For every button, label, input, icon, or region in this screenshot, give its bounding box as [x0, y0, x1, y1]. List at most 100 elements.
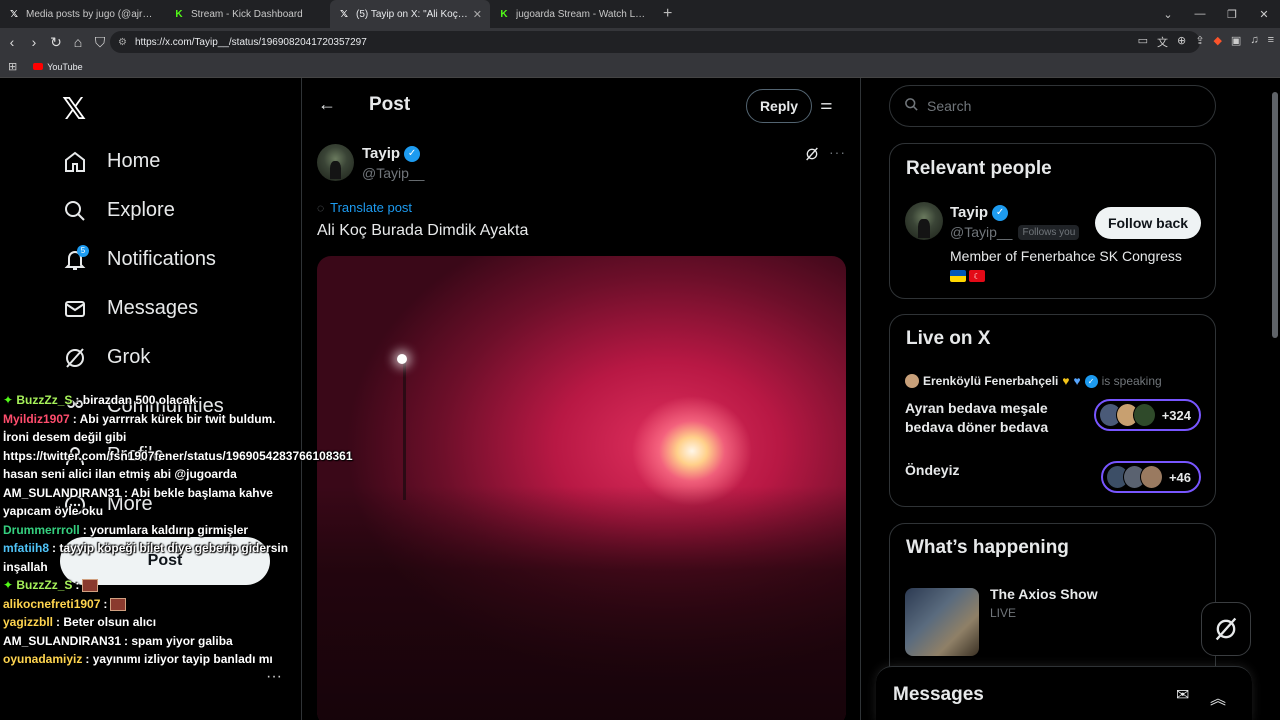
author-name[interactable]: Tayip ✓ — [362, 145, 421, 162]
youtube-icon — [33, 63, 44, 70]
grok-icon[interactable] — [804, 146, 820, 165]
trend-subtitle: LIVE — [990, 606, 1017, 620]
trend-title[interactable]: The Axios Show — [990, 586, 1098, 602]
browser-tab[interactable]: K jugoarda Stream - Watch Live on Kick — [490, 0, 655, 28]
more-options-icon[interactable]: ··· — [829, 144, 846, 160]
post-text: Ali Koç Burada Dimdik Ayakta — [317, 222, 529, 239]
chat-username[interactable]: oyunadamiyiz — [3, 652, 82, 666]
messages-drawer-title: Messages — [893, 684, 984, 705]
space-host[interactable]: Erenköylü Fenerbahçeli ♥ ♥ ✓ is speaking — [905, 374, 1162, 388]
search-box[interactable] — [889, 85, 1216, 127]
scrollbar-thumb[interactable] — [1272, 92, 1278, 338]
chat-badge-icon: ✦ — [3, 578, 17, 592]
bookmark-youtube[interactable]: YouTube — [33, 62, 83, 72]
person-handle-row: @Tayip__ Follows you — [950, 224, 1080, 240]
grok-floating-button[interactable] — [1201, 602, 1251, 656]
new-tab-button[interactable]: + — [655, 5, 680, 23]
more-options-icon[interactable]: ··· — [266, 668, 282, 686]
avatar[interactable] — [317, 144, 354, 181]
person-bio: Member of Fenerbahce SK Congress — [950, 248, 1182, 264]
chat-username[interactable]: Drummerrroll — [3, 523, 80, 537]
translate-post-link[interactable]: ◌ Translate post — [317, 200, 412, 215]
close-window-icon[interactable]: ✕ — [1248, 8, 1280, 21]
chat-message: Myildiz1907: Abi yarrrrak kürek bir twit… — [3, 410, 353, 484]
cast-icon[interactable]: ▭ — [1138, 34, 1148, 50]
browser-tab-active[interactable]: 𝕏 (5) Tayip on X: "Ali Koç Burada D ✕ — [330, 0, 490, 28]
space-title[interactable]: Ayran bedava meşale bedava döner bedava — [905, 399, 1085, 437]
chat-text: : yayınımı izliyor tayip banladı mı — [85, 652, 273, 666]
column-divider — [301, 78, 302, 720]
translate-icon[interactable]: 文 — [1157, 34, 1168, 50]
notification-count-badge: 5 — [77, 244, 89, 257]
chevron-down-icon[interactable]: ⌄ — [1152, 8, 1184, 21]
back-icon[interactable]: ‹ — [2, 34, 22, 50]
nav-grok[interactable]: Grok — [60, 333, 224, 382]
author-handle[interactable]: @Tayip__ — [362, 165, 424, 181]
page-title: Post — [369, 94, 411, 115]
new-message-icon[interactable]: ✉ — [1176, 685, 1189, 705]
listener-count: +324 — [1161, 407, 1192, 423]
expand-chevron-icon[interactable]: ︽ — [1210, 685, 1226, 709]
grok-translate-icon: ◌ — [317, 200, 325, 215]
browser-tab[interactable]: K Stream - Kick Dashboard — [165, 0, 330, 28]
nav-explore[interactable]: Explore — [60, 186, 224, 235]
browser-menu-icon[interactable]: ≡ — [1268, 34, 1274, 50]
reply-button[interactable]: Reply — [746, 89, 812, 123]
chat-username[interactable]: mfatiih8 — [3, 541, 49, 555]
space-listeners-pill[interactable]: +46 — [1101, 461, 1201, 493]
person-name[interactable]: Tayip ✓ — [950, 204, 1009, 221]
trend-thumbnail[interactable] — [905, 588, 979, 656]
home-browser-icon[interactable]: ⌂ — [68, 34, 88, 50]
url-field[interactable]: ⚙ https://x.com/Tayip__/status/196908204… — [110, 31, 1200, 53]
blue-heart-icon: ♥ — [1073, 374, 1081, 388]
avatar[interactable] — [905, 202, 943, 240]
bookmark-icon[interactable]: ⛉ — [90, 34, 110, 51]
site-settings-icon[interactable]: ⚙ — [118, 37, 127, 48]
maximize-icon[interactable]: ❐ — [1216, 8, 1248, 21]
follows-you-badge: Follows you — [1018, 224, 1080, 240]
chat-username[interactable]: alikocnefreti1907 — [3, 597, 100, 611]
search-input[interactable] — [927, 98, 1187, 114]
apps-grid-icon[interactable]: ⊞ — [8, 60, 17, 73]
chat-username[interactable]: AM_SULANDIRAN31 — [3, 486, 121, 500]
chat-username[interactable]: BuzzZz_S — [16, 393, 72, 407]
chat-username[interactable]: Myildiz1907 — [3, 412, 70, 426]
verified-badge-icon: ✓ — [1084, 374, 1098, 388]
author-name-text: Tayip — [362, 145, 401, 162]
back-arrow-icon[interactable]: ← — [318, 94, 336, 115]
brave-shield-icon[interactable]: ◆ — [1213, 34, 1221, 50]
messages-drawer[interactable]: Messages ✉ ︽ — [876, 666, 1252, 720]
chat-message: mfatiih8: tayyip köpeği bilet diye geber… — [3, 539, 299, 576]
reload-icon[interactable]: ↻ — [46, 34, 66, 51]
page-scrollbar[interactable] — [1270, 80, 1278, 720]
space-title[interactable]: Öndeyiz — [905, 461, 959, 480]
share-icon[interactable]: ⇪ — [1195, 34, 1204, 50]
browser-tab[interactable]: 𝕏 Media posts by jugo (@ajrudgao) / X — [0, 0, 165, 28]
person-handle[interactable]: @Tayip__ — [950, 224, 1012, 240]
search-icon — [904, 97, 919, 115]
tab-close-icon[interactable]: ✕ — [473, 8, 482, 21]
minimize-icon[interactable]: — — [1184, 8, 1216, 20]
tab-title: Media posts by jugo (@ajrudgao) / X — [26, 8, 157, 20]
x-logo-icon[interactable]: 𝕏 — [62, 92, 86, 127]
chat-username[interactable]: AM_SULANDIRAN31 — [3, 634, 121, 648]
crowd-silhouette — [317, 486, 846, 720]
nav-notifications[interactable]: 5 Notifications — [60, 235, 224, 284]
column-divider — [860, 78, 861, 720]
relevant-people-card: Relevant people Tayip ✓ @Tayip__ Follows… — [889, 143, 1216, 299]
nav-messages[interactable]: Messages — [60, 284, 224, 333]
kick-logo-icon: K — [500, 8, 508, 20]
forward-icon[interactable]: › — [24, 34, 44, 50]
sidebar-toggle-icon[interactable]: ▣ — [1231, 34, 1241, 50]
follow-back-button[interactable]: Follow back — [1095, 207, 1201, 239]
chat-username[interactable]: BuzzZz_S — [16, 578, 72, 592]
media-icon[interactable]: ♫ — [1250, 34, 1258, 50]
reply-settings-icon[interactable]: ⚌ — [820, 96, 833, 113]
nav-home[interactable]: Home — [60, 137, 224, 186]
chat-username[interactable]: yagizzbll — [3, 615, 53, 629]
post-media-image[interactable] — [317, 256, 846, 720]
zoom-icon[interactable]: ⊕ — [1177, 34, 1186, 50]
verified-badge-icon: ✓ — [404, 145, 421, 162]
url-text: https://x.com/Tayip__/status/19690820417… — [134, 36, 367, 48]
space-listeners-pill[interactable]: +324 — [1094, 399, 1201, 431]
